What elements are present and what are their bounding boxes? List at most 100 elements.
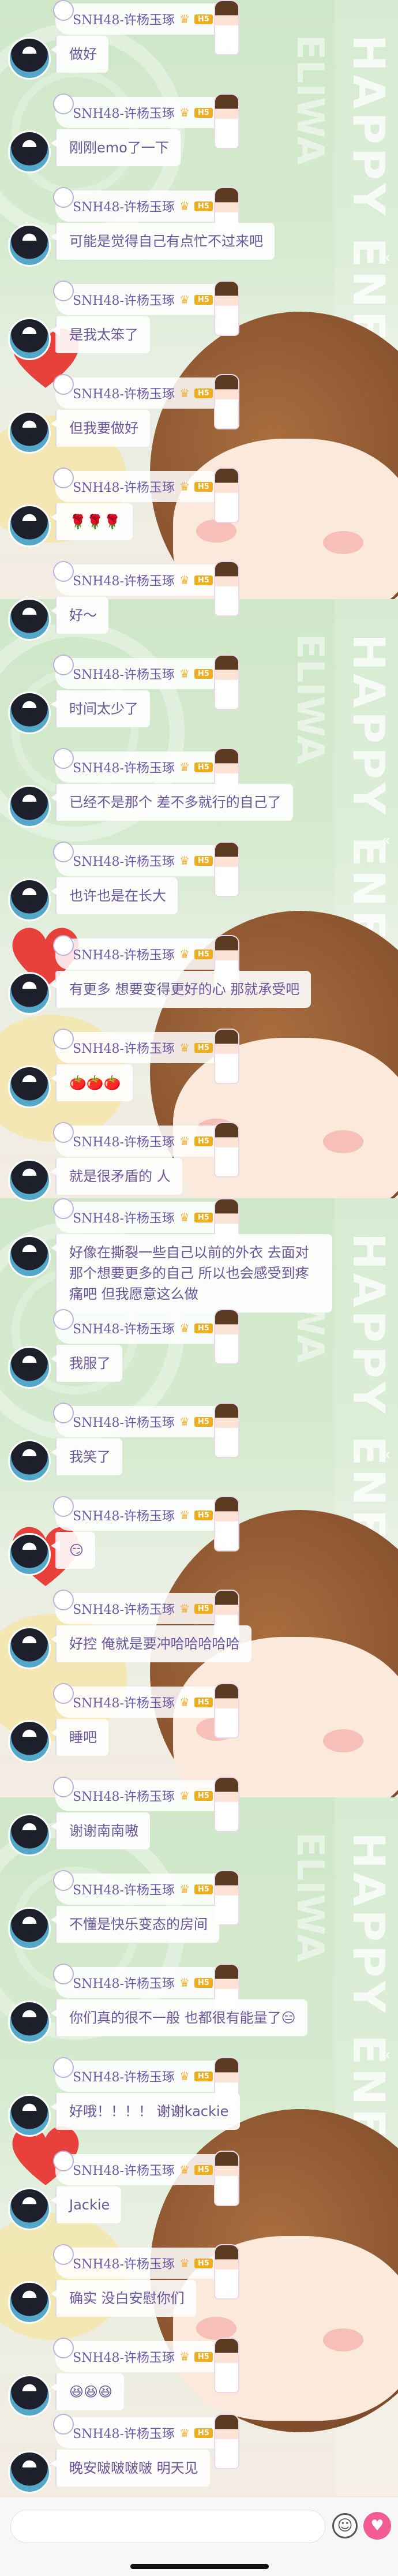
avatar[interactable] bbox=[8, 2375, 51, 2417]
avatar[interactable] bbox=[8, 411, 51, 454]
avatar[interactable] bbox=[8, 1159, 51, 1202]
sender-header[interactable]: SNH48-许杨玉琢 ♛ H5 bbox=[53, 2151, 239, 2206]
sender-header[interactable]: SNH48-许杨玉琢 ♛ H5 bbox=[53, 2414, 239, 2469]
sender-header[interactable]: SNH48-许杨玉琢 ♛ H5 bbox=[53, 1590, 239, 1645]
avatar[interactable] bbox=[8, 785, 51, 828]
avatar[interactable] bbox=[8, 37, 51, 80]
sender-header[interactable]: SNH48-许杨玉琢 ♛ H5 bbox=[53, 1683, 239, 1738]
message-bubble[interactable]: 晚安啵啵啵啵 明天见 bbox=[51, 2450, 210, 2487]
sender-header[interactable]: SNH48-许杨玉琢 ♛ H5 bbox=[53, 187, 239, 242]
avatar[interactable] bbox=[8, 2281, 51, 2324]
avatar[interactable] bbox=[8, 1814, 51, 1856]
sender-header[interactable]: SNH48-许杨玉琢 ♛ H5 bbox=[53, 1122, 239, 1177]
sender-header[interactable]: SNH48-许杨玉琢 ♛ H5 bbox=[53, 561, 239, 616]
message-input[interactable] bbox=[10, 2510, 325, 2543]
sender-header[interactable]: SNH48-许杨玉琢 ♛ H5 bbox=[53, 1777, 239, 1832]
message-row: SNH48-许杨玉琢 ♛ H5 可能是觉得自己有点忙不过来吧 bbox=[0, 187, 398, 281]
message-bubble[interactable]: 好控 俺就是要冲哈哈哈哈哈 bbox=[51, 1625, 251, 1662]
message-bubble[interactable]: 😆😆😆 bbox=[51, 2373, 125, 2410]
cat-frame-icon bbox=[53, 1029, 74, 1049]
message-bubble[interactable]: 是我太笨了 bbox=[51, 316, 150, 353]
avatar[interactable] bbox=[8, 2001, 51, 2043]
sender-header[interactable]: SNH48-许杨玉琢 ♛ H5 bbox=[53, 468, 239, 523]
sender-header[interactable]: SNH48-许杨玉琢 ♛ H5 bbox=[53, 281, 239, 336]
message-bubble[interactable]: 但我要做好 bbox=[51, 410, 150, 447]
sender-header[interactable]: SNH48-许杨玉琢 ♛ H5 bbox=[53, 2338, 239, 2393]
sender-name: SNH48-许杨玉琢 bbox=[73, 2427, 175, 2442]
avatar[interactable] bbox=[8, 1533, 51, 1576]
avatar[interactable] bbox=[8, 317, 51, 360]
sender-header[interactable]: SNH48-许杨玉琢 ♛ H5 bbox=[53, 2057, 239, 2113]
message-bubble[interactable]: 确实 没白安慰你们 bbox=[51, 2280, 196, 2317]
message-bubble[interactable]: 🌹🌹🌹 bbox=[51, 503, 133, 540]
message-bubble[interactable]: 睡吧 bbox=[51, 1719, 108, 1756]
message-bubble[interactable]: 我笑了 bbox=[51, 1438, 122, 1475]
sender-header[interactable]: SNH48-许杨玉琢 ♛ H5 bbox=[53, 2244, 239, 2300]
sender-header[interactable]: SNH48-许杨玉琢 ♛ H5 bbox=[53, 1496, 239, 1551]
sender-name: SNH48-许杨玉琢 bbox=[73, 1883, 175, 1898]
gift-icon[interactable]: ♥ bbox=[363, 2512, 391, 2540]
avatar[interactable] bbox=[8, 1440, 51, 1482]
crown-icon: ♛ bbox=[179, 2426, 190, 2440]
avatar[interactable] bbox=[8, 1720, 51, 1763]
avatar[interactable] bbox=[8, 1235, 51, 1278]
avatar[interactable] bbox=[8, 224, 51, 267]
emoji-icon[interactable]: ☺ bbox=[332, 2513, 358, 2538]
message-bubble[interactable]: 好哦！！！！ 谢谢kackie bbox=[51, 2093, 241, 2130]
avatar[interactable] bbox=[8, 504, 51, 547]
message-bubble[interactable]: 可能是觉得自己有点忙不过来吧 bbox=[51, 223, 275, 260]
message-bubble[interactable]: 不懂是快乐变态的房间 bbox=[51, 1906, 219, 1943]
avatar[interactable] bbox=[8, 972, 51, 1015]
sender-name: SNH48-许杨玉琢 bbox=[73, 13, 175, 28]
sender-header[interactable]: SNH48-许杨玉琢 ♛ H5 bbox=[53, 1309, 239, 1364]
sender-header[interactable]: SNH48-许杨玉琢 ♛ H5 bbox=[53, 1870, 239, 1926]
avatar[interactable] bbox=[8, 2094, 51, 2137]
message-bubble[interactable]: 😏 bbox=[51, 1532, 96, 1569]
avatar[interactable] bbox=[8, 1065, 51, 1108]
sender-name: SNH48-许杨玉琢 bbox=[73, 1603, 175, 1617]
message-bubble[interactable]: Jackie bbox=[51, 2186, 122, 2223]
message-text: 晚安啵啵啵啵 明天见 bbox=[69, 2460, 198, 2476]
sender-header[interactable]: SNH48-许杨玉琢 ♛ H5 bbox=[53, 1964, 239, 2019]
sender-name: SNH48-许杨玉琢 bbox=[73, 1212, 175, 1226]
avatar[interactable] bbox=[8, 691, 51, 734]
sender-header[interactable]: SNH48-许杨玉琢 ♛ H5 bbox=[53, 655, 239, 710]
sender-header[interactable]: SNH48-许杨玉琢 ♛ H5 bbox=[53, 0, 239, 55]
avatar[interactable] bbox=[8, 130, 51, 173]
sender-header[interactable]: SNH48-许杨玉琢 ♛ H5 bbox=[53, 374, 239, 429]
sender-header[interactable]: SNH48-许杨玉琢 ♛ H5 bbox=[53, 748, 239, 803]
avatar[interactable] bbox=[8, 2451, 51, 2493]
message-bubble[interactable]: 已经不是那个 差不多就行的自己了 bbox=[51, 784, 293, 821]
sender-header[interactable]: SNH48-许杨玉琢 ♛ H5 bbox=[53, 935, 239, 990]
message-bubble[interactable]: 就是很矛盾的 人 bbox=[51, 1158, 182, 1195]
avatar[interactable] bbox=[8, 878, 51, 921]
home-indicator bbox=[130, 2564, 269, 2569]
message-bubble[interactable]: 时间太少了 bbox=[51, 690, 150, 727]
message-bubble[interactable]: 我服了 bbox=[51, 1345, 122, 1382]
sender-name: SNH48-许杨玉琢 bbox=[73, 1416, 175, 1430]
message-bubble[interactable]: 做好 bbox=[51, 36, 108, 73]
cat-frame-icon bbox=[53, 935, 74, 956]
avatar[interactable] bbox=[8, 1346, 51, 1389]
avatar[interactable] bbox=[8, 1627, 51, 1669]
sender-header[interactable]: SNH48-许杨玉琢 ♛ H5 bbox=[53, 1029, 239, 1084]
cat-frame-icon bbox=[53, 374, 74, 395]
message-bubble[interactable]: 谢谢南南嗷 bbox=[51, 1812, 150, 1849]
cat-frame-icon bbox=[53, 1403, 74, 1423]
message-bubble[interactable]: 有更多 想要变得更好的心 那就承受吧 bbox=[51, 971, 311, 1008]
message-bubble[interactable]: 🍅🍅🍅 bbox=[51, 1064, 133, 1101]
sender-header[interactable]: SNH48-许杨玉琢 ♛ H5 bbox=[53, 842, 239, 897]
sender-header[interactable]: SNH48-许杨玉琢 ♛ H5 bbox=[53, 1198, 239, 1254]
avatar[interactable] bbox=[8, 2188, 51, 2230]
avatar[interactable] bbox=[8, 1907, 51, 1950]
message-bubble[interactable]: 你们真的很不一般 也都很有能量了😑 bbox=[51, 1999, 307, 2036]
message-bubble[interactable]: 好～ bbox=[51, 597, 108, 634]
message-bubble[interactable]: 刚刚emo了一下 bbox=[51, 129, 181, 166]
message-bubble[interactable]: 好像在撕裂一些自己以前的外衣 去面对那个想要更多的自己 所以也会感受到疼痛吧 但… bbox=[51, 1234, 332, 1313]
message-bubble[interactable]: 也许也是在长大 bbox=[51, 877, 178, 914]
sender-header[interactable]: SNH48-许杨玉琢 ♛ H5 bbox=[53, 94, 239, 149]
sender-name: SNH48-许杨玉琢 bbox=[73, 481, 175, 495]
chibi-decoration-icon bbox=[213, 468, 239, 523]
avatar[interactable] bbox=[8, 598, 51, 641]
sender-header[interactable]: SNH48-许杨玉琢 ♛ H5 bbox=[53, 1403, 239, 1458]
